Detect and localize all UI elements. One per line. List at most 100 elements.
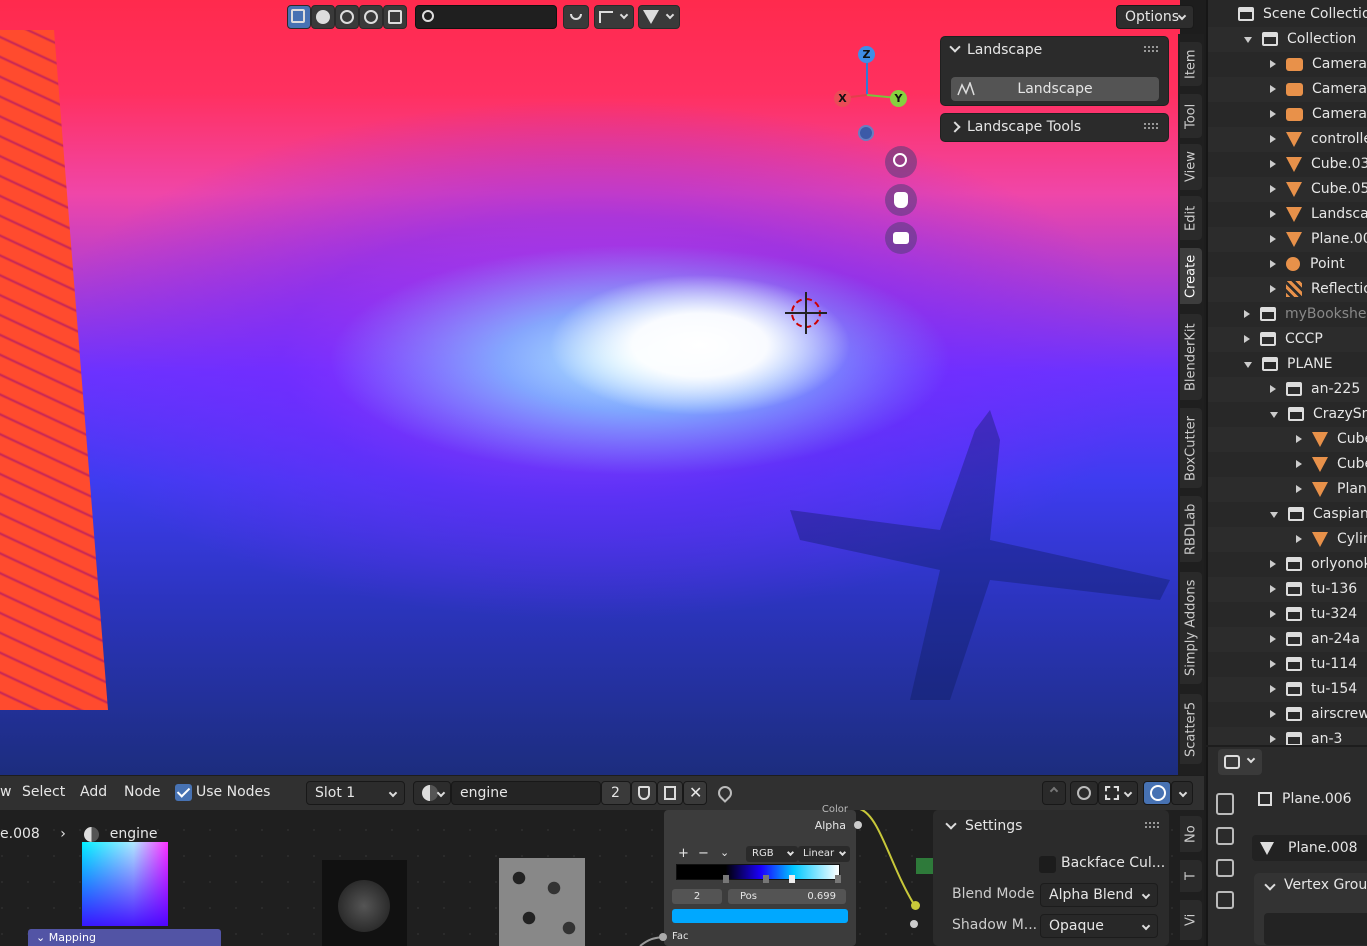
expand-right-icon[interactable] xyxy=(1270,160,1276,168)
backface-checkbox[interactable] xyxy=(1039,856,1056,873)
vertex-groups-title[interactable]: Vertex Groups xyxy=(1284,877,1367,893)
expand-right-icon[interactable] xyxy=(1270,235,1276,243)
expand-right-icon[interactable] xyxy=(1296,435,1302,443)
tab-boxcutter[interactable]: BoxCutter xyxy=(1180,408,1202,488)
gizmo-x-axis[interactable]: X xyxy=(834,90,851,107)
shadow-mode-dropdown[interactable]: Opaque xyxy=(1040,914,1158,938)
render-icon[interactable] xyxy=(1216,827,1234,845)
tab-blenderkit[interactable]: BlenderKit xyxy=(1180,314,1202,400)
tab-edit[interactable]: Edit xyxy=(1180,196,1202,240)
expand-down-icon[interactable] xyxy=(1270,512,1278,518)
landscape-button[interactable]: Landscape xyxy=(951,77,1159,101)
ramp-stop[interactable] xyxy=(723,875,729,883)
display-mode-dropdown[interactable] xyxy=(594,5,634,29)
stop-position-field[interactable]: Pos 0.699 xyxy=(728,889,846,904)
expand-right-icon[interactable] xyxy=(1296,460,1302,468)
tool-icon[interactable] xyxy=(1216,793,1234,815)
select-box-button[interactable] xyxy=(287,5,311,29)
view-layer-icon[interactable] xyxy=(1216,891,1234,909)
overlay-toggle-button[interactable] xyxy=(383,5,407,29)
expand-right-icon[interactable] xyxy=(1270,635,1276,643)
filter-dropdown[interactable] xyxy=(638,5,680,29)
expand-down-icon[interactable] xyxy=(1244,362,1252,368)
outliner-row[interactable]: airscrew_ xyxy=(1208,702,1367,727)
snap-mode-dropdown[interactable] xyxy=(1098,781,1138,805)
outliner-row[interactable]: an-3 xyxy=(1208,727,1367,745)
outliner-row[interactable]: Camera xyxy=(1208,52,1367,77)
expand-right-icon[interactable] xyxy=(1270,560,1276,568)
tab-tool[interactable]: T xyxy=(1180,860,1202,892)
add-stop-button[interactable]: + xyxy=(678,846,689,861)
expand-right-icon[interactable] xyxy=(1270,60,1276,68)
drag-handle-icon[interactable] xyxy=(1144,123,1158,129)
blend-mode-dropdown[interactable]: Alpha Blend xyxy=(1040,883,1158,907)
outliner-row[interactable]: orlyonok xyxy=(1208,552,1367,577)
expand-right-icon[interactable] xyxy=(1270,660,1276,668)
outliner-row[interactable]: CaspianS xyxy=(1208,502,1367,527)
stop-color-swatch[interactable] xyxy=(672,909,848,923)
outliner-row[interactable]: Cube xyxy=(1208,427,1367,452)
shading-material-button[interactable] xyxy=(335,5,359,29)
gizmo-neg-z[interactable] xyxy=(858,125,874,141)
drag-handle-icon[interactable] xyxy=(1145,822,1159,828)
outliner-row[interactable]: Point xyxy=(1208,252,1367,277)
outliner-row[interactable]: Cube.03 xyxy=(1208,152,1367,177)
expand-right-icon[interactable] xyxy=(1270,210,1276,218)
landscape-tools-panel[interactable]: Landscape Tools xyxy=(940,113,1169,142)
outliner-row[interactable]: myBookshel xyxy=(1208,302,1367,327)
tab-node[interactable]: No xyxy=(1180,816,1202,852)
expand-right-icon[interactable] xyxy=(1270,185,1276,193)
ramp-stop[interactable] xyxy=(763,875,769,883)
pan-button[interactable] xyxy=(885,184,917,216)
user-count[interactable]: 2 xyxy=(601,781,631,805)
expand-right-icon[interactable] xyxy=(1270,710,1276,718)
vertex-groups-list[interactable] xyxy=(1264,913,1367,945)
outliner-row[interactable]: Plane xyxy=(1208,477,1367,502)
outliner-row[interactable]: Cube xyxy=(1208,452,1367,477)
expand-right-icon[interactable] xyxy=(1244,310,1250,318)
tab-simply-addons[interactable]: Simply Addons xyxy=(1180,572,1202,684)
camera-view-button[interactable] xyxy=(885,222,917,254)
outliner-row[interactable]: tu-114 xyxy=(1208,652,1367,677)
color-ramp-bar[interactable] xyxy=(676,864,841,883)
outliner-row[interactable]: tu-324 xyxy=(1208,602,1367,627)
shading-rendered-button[interactable] xyxy=(359,5,383,29)
outliner-row[interactable]: Camera. xyxy=(1208,102,1367,127)
outliner-row[interactable]: CrazySno xyxy=(1208,402,1367,427)
output-node-header[interactable] xyxy=(916,858,934,874)
expand-down-icon[interactable] xyxy=(1244,37,1252,43)
tab-view[interactable]: Vi xyxy=(1180,900,1202,940)
outliner-row[interactable]: Cylin xyxy=(1208,527,1367,552)
slot-dropdown[interactable]: Slot 1 xyxy=(306,781,405,805)
tab-tool[interactable]: Tool xyxy=(1180,94,1202,138)
outliner-row[interactable]: Plane.00 xyxy=(1208,227,1367,252)
scene-collection-row[interactable]: Scene Collection xyxy=(1208,2,1367,27)
outliner-row[interactable]: Cube.05 xyxy=(1208,177,1367,202)
settings-title[interactable]: Settings xyxy=(965,818,1022,834)
gizmo-z-axis[interactable]: Z xyxy=(858,46,875,63)
expand-right-icon[interactable] xyxy=(1270,285,1276,293)
expand-right-icon[interactable] xyxy=(1270,260,1276,268)
ramp-stop[interactable] xyxy=(835,875,841,883)
outliner-row[interactable]: Landscap xyxy=(1208,202,1367,227)
ramp-color-mode[interactable]: RGB xyxy=(746,846,798,862)
socket-in[interactable] xyxy=(910,920,918,928)
tab-scatter5[interactable]: Scatter5 xyxy=(1180,694,1202,764)
drag-handle-icon[interactable] xyxy=(1144,46,1158,52)
menu-node[interactable]: Node xyxy=(124,784,161,800)
pin-icon[interactable] xyxy=(715,783,735,803)
expand-right-icon[interactable] xyxy=(1296,535,1302,543)
menu-view[interactable]: w xyxy=(0,784,11,800)
curve-toggle-button[interactable] xyxy=(563,5,589,29)
expand-right-icon[interactable] xyxy=(1244,335,1250,343)
outliner-row[interactable]: Collection xyxy=(1208,27,1367,52)
tab-create[interactable]: Create xyxy=(1180,248,1202,304)
search-input[interactable] xyxy=(415,5,557,29)
3d-cursor[interactable] xyxy=(785,292,827,334)
expand-right-icon[interactable] xyxy=(1270,385,1276,393)
snap-toggle[interactable] xyxy=(1070,781,1098,805)
socket-alpha[interactable] xyxy=(854,821,862,829)
shading-solid-button[interactable] xyxy=(311,5,335,29)
outliner-row[interactable]: an-225 xyxy=(1208,377,1367,402)
chevron-down-icon[interactable] xyxy=(949,41,961,53)
